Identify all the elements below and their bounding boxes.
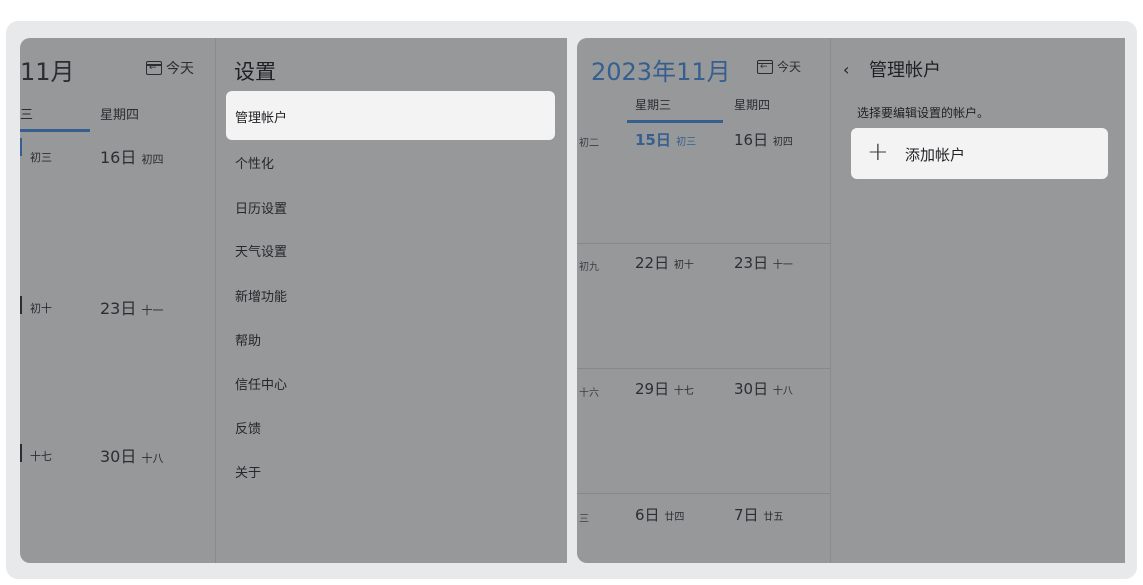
row-marker bbox=[20, 296, 22, 314]
week-divider bbox=[577, 493, 830, 494]
today-icon bbox=[757, 59, 773, 74]
month-title: 11月 bbox=[20, 58, 75, 86]
lunar-date: 初三 bbox=[676, 137, 697, 148]
day-cell[interactable]: 29日 十七 bbox=[635, 378, 694, 399]
day-cell[interactable]: 30日 十八 bbox=[734, 378, 793, 399]
settings-item-whats-new[interactable]: 新增功能 bbox=[235, 286, 287, 305]
day-number: 22日 bbox=[635, 254, 670, 272]
day-cell[interactable]: 16日 初四 bbox=[734, 129, 793, 150]
today-button[interactable]: 今天 bbox=[757, 58, 801, 75]
settings-item-label: 管理帐户 bbox=[235, 111, 288, 126]
settings-item-help[interactable]: 帮助 bbox=[235, 330, 261, 349]
lunar-date: 廿四 bbox=[664, 512, 685, 523]
today-button[interactable]: 今天 bbox=[146, 58, 194, 78]
day-number: 30日 bbox=[100, 447, 137, 466]
settings-item-feedback[interactable]: 反馈 bbox=[235, 418, 261, 437]
lunar-date: 初九 bbox=[579, 262, 599, 273]
lunar-date: 十一 bbox=[141, 304, 164, 317]
week-divider bbox=[577, 243, 830, 244]
lunar-date: 初四 bbox=[141, 153, 164, 166]
day-number: 23日 bbox=[734, 254, 769, 272]
settings-pane: 设置 管理帐户 个性化 日历设置 天气设置 新增功能 帮助 信任中心 反馈 关于 bbox=[215, 38, 567, 563]
today-label: 今天 bbox=[166, 61, 194, 77]
weekday-header-thu: 星期四 bbox=[100, 108, 140, 123]
plus-icon: + bbox=[867, 137, 889, 167]
day-number: 15日 bbox=[635, 131, 671, 149]
month-title: 2023年11月 bbox=[591, 58, 731, 86]
today-label: 今天 bbox=[777, 60, 802, 74]
day-number: 30日 bbox=[734, 380, 769, 398]
settings-item-about[interactable]: 关于 bbox=[235, 462, 261, 481]
settings-item-weather-settings[interactable]: 天气设置 bbox=[235, 241, 287, 260]
lunar-date: 初四 bbox=[772, 137, 793, 148]
day-cell[interactable]: 23日 十一 bbox=[100, 295, 163, 319]
lunar-date: 十八 bbox=[772, 386, 793, 397]
weekday-header-wed: 三 bbox=[20, 108, 34, 123]
day-number: 29日 bbox=[635, 380, 670, 398]
lunar-date: 十七 bbox=[673, 386, 694, 397]
settings-item-manage-accounts[interactable]: 管理帐户 bbox=[226, 91, 555, 140]
back-button[interactable]: ‹ bbox=[843, 60, 849, 79]
day-cell[interactable]: 23日 十一 bbox=[734, 252, 793, 273]
day-number: 16日 bbox=[734, 131, 769, 149]
lunar-date: 十一 bbox=[772, 260, 793, 271]
settings-item-personalize[interactable]: 个性化 bbox=[235, 153, 274, 172]
manage-accounts-description: 选择要编辑设置的帐户。 bbox=[857, 106, 990, 120]
lunar-date: 十八 bbox=[141, 452, 164, 465]
today-icon bbox=[146, 61, 162, 75]
current-day-indicator bbox=[627, 120, 723, 123]
settings-title: 设置 bbox=[234, 60, 276, 84]
add-account-button[interactable]: + 添加帐户 bbox=[851, 128, 1108, 179]
settings-item-calendar-settings[interactable]: 日历设置 bbox=[235, 198, 287, 217]
lunar-date: 十六 bbox=[579, 388, 599, 399]
day-number: 16日 bbox=[100, 148, 137, 167]
day-cell[interactable]: 30日 十八 bbox=[100, 443, 163, 467]
day-cell[interactable]: 6日 廿四 bbox=[635, 504, 684, 525]
selected-day-marker bbox=[20, 138, 22, 156]
manage-accounts-pane: ‹ 管理帐户 选择要编辑设置的帐户。 + 添加帐户 bbox=[830, 38, 1125, 563]
lunar-date: 初十 bbox=[30, 302, 52, 315]
add-account-label: 添加帐户 bbox=[905, 146, 966, 164]
weekday-header-wed: 星期三 bbox=[635, 98, 672, 112]
manage-accounts-title: 管理帐户 bbox=[869, 60, 941, 81]
weekday-header-thu: 星期四 bbox=[734, 98, 771, 112]
day-cell[interactable]: 22日 初十 bbox=[635, 252, 694, 273]
today-day-cell[interactable]: 15日 初三 bbox=[635, 129, 696, 150]
lunar-date: 十七 bbox=[30, 450, 52, 463]
lunar-date: 初二 bbox=[579, 138, 599, 149]
current-day-indicator bbox=[20, 129, 90, 132]
day-cell[interactable]: 7日 廿五 bbox=[734, 504, 783, 525]
week-divider bbox=[577, 368, 830, 369]
chevron-left-icon: ‹ bbox=[843, 60, 850, 79]
lunar-date: 廿五 bbox=[763, 512, 784, 523]
day-number: 7日 bbox=[734, 506, 759, 524]
settings-item-trust-center[interactable]: 信任中心 bbox=[235, 374, 287, 393]
row-marker bbox=[20, 444, 22, 462]
day-number: 23日 bbox=[100, 299, 137, 318]
lunar-date: 初十 bbox=[673, 260, 694, 271]
lunar-date: 初三 bbox=[30, 151, 52, 164]
day-number: 6日 bbox=[635, 506, 660, 524]
lunar-date: 三 bbox=[579, 514, 589, 525]
day-cell[interactable]: 16日 初四 bbox=[100, 144, 163, 168]
